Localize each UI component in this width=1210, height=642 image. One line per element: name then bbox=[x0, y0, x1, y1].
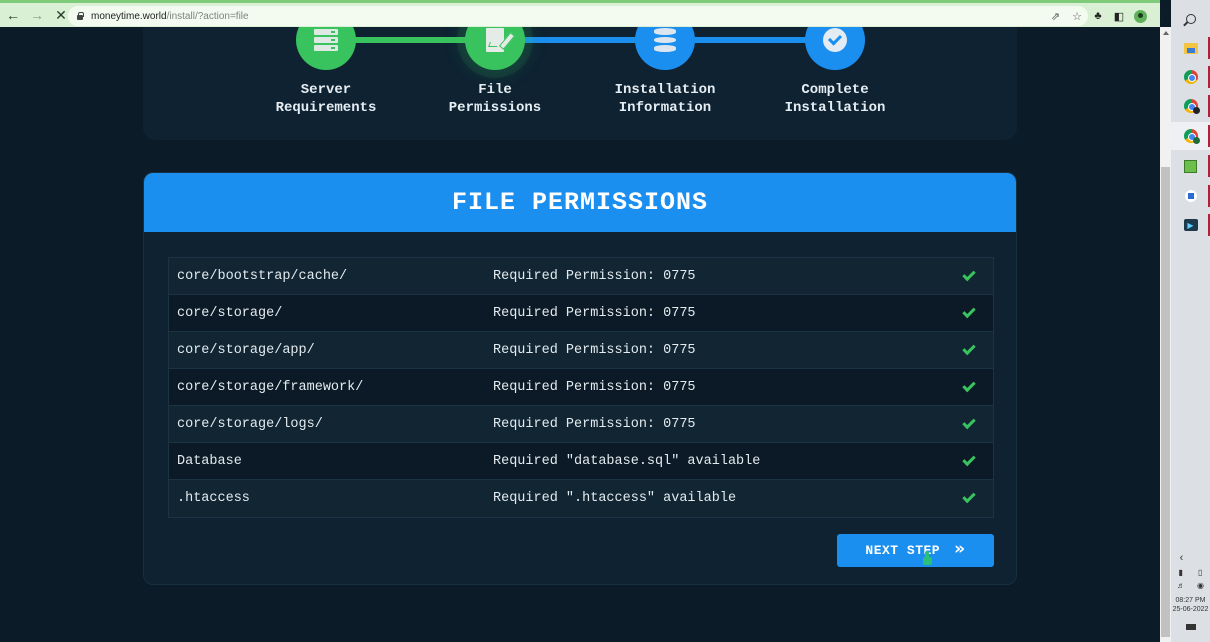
taskbar-spreadsheet[interactable] bbox=[1171, 152, 1210, 180]
address-bar[interactable]: moneytime.world/install/?action=file ⇗ ☆ bbox=[68, 6, 1088, 26]
kebab-menu-icon[interactable]: ⋮ bbox=[1156, 10, 1168, 23]
star-icon[interactable]: ☆ bbox=[1072, 10, 1082, 23]
system-tray: ‹ ▮ ▯ ♬ ◉ 08:27 PM 25-06-2022 bbox=[1171, 552, 1210, 630]
step-label-line2: Information bbox=[618, 100, 712, 116]
hand-cursor-icon bbox=[922, 551, 932, 565]
row-path: core/storage/ bbox=[177, 305, 283, 321]
url-host: moneytime.world bbox=[91, 10, 167, 22]
row-requirement: Required Permission: 0775 bbox=[493, 379, 696, 395]
step-label-line2: Installation bbox=[784, 100, 886, 116]
arrow-left-icon: ← bbox=[6, 7, 20, 23]
taskbar-document-app[interactable] bbox=[1171, 182, 1210, 210]
share-icon[interactable]: ⇗ bbox=[1051, 10, 1060, 23]
row-path: Database bbox=[177, 453, 242, 469]
monitor-icon: ▶ bbox=[1183, 219, 1198, 231]
puzzle-icon[interactable]: ♣ bbox=[1092, 10, 1104, 22]
row-path: core/bootstrap/cache/ bbox=[177, 268, 348, 284]
taskbar-chrome-2[interactable] bbox=[1171, 92, 1210, 120]
row-requirement: Required Permission: 0775 bbox=[493, 342, 696, 358]
scrollbar-thumb[interactable] bbox=[1161, 167, 1170, 637]
taskbar-chrome-3[interactable] bbox=[1171, 122, 1210, 150]
volume-icon[interactable]: ♬ bbox=[1177, 581, 1185, 590]
check-icon bbox=[962, 452, 976, 466]
battery-icon[interactable]: ▯ bbox=[1198, 568, 1202, 577]
check-icon bbox=[962, 304, 976, 318]
search-icon bbox=[1185, 14, 1196, 24]
check-icon bbox=[962, 341, 976, 355]
back-button[interactable]: ← bbox=[2, 4, 24, 26]
check-icon bbox=[962, 415, 976, 429]
document-icon bbox=[1184, 190, 1197, 202]
check-circle-icon bbox=[823, 28, 847, 52]
permissions-table: core/bootstrap/cache/ Required Permissio… bbox=[168, 257, 994, 518]
installer-page: Server Requirements File Permissions Ins… bbox=[0, 27, 1160, 642]
check-icon bbox=[962, 267, 976, 281]
card-header: FILE PERMISSIONS bbox=[144, 173, 1016, 232]
row-requirement: Required ".htaccess" available bbox=[493, 491, 737, 506]
lock-icon bbox=[76, 12, 84, 20]
taskbar: ▶ ‹ ▮ ▯ ♬ ◉ 08:27 PM 25-06-2022 bbox=[1171, 0, 1210, 642]
row-path: .htaccess bbox=[177, 491, 250, 506]
taskbar-chrome-1[interactable] bbox=[1171, 63, 1210, 91]
arrow-right-icon: → bbox=[30, 7, 44, 23]
table-row: core/storage/framework/ Required Permiss… bbox=[169, 369, 993, 406]
close-icon: ✕ bbox=[55, 6, 67, 23]
database-icon bbox=[654, 28, 676, 53]
row-requirement: Required Permission: 0775 bbox=[493, 305, 696, 321]
next-step-button[interactable]: NEXT STEP » bbox=[837, 534, 994, 567]
card-title: FILE PERMISSIONS bbox=[451, 188, 709, 217]
file-edit-icon bbox=[486, 28, 504, 52]
double-chevron-right-icon: » bbox=[954, 539, 966, 559]
sidepanel-icon[interactable]: ◧ bbox=[1113, 10, 1125, 23]
step-complete-installation: Complete Installation bbox=[755, 27, 915, 117]
step-file-permissions: File Permissions bbox=[415, 27, 575, 117]
table-row: Database Required "database.sql" availab… bbox=[169, 443, 993, 480]
step-server-requirements: Server Requirements bbox=[246, 27, 406, 117]
page-scrollbar[interactable] bbox=[1160, 27, 1171, 642]
clock[interactable]: 08:27 PM 25-06-2022 bbox=[1171, 596, 1210, 614]
camera-icon[interactable]: ◉ bbox=[1197, 581, 1204, 590]
browser-toolbar: ← → ✕ moneytime.world/install/?action=fi… bbox=[0, 0, 1168, 27]
step-installation-information: Installation Information bbox=[585, 27, 745, 117]
check-icon bbox=[962, 489, 976, 504]
notification-icon[interactable] bbox=[1185, 624, 1196, 630]
row-requirement: Required Permission: 0775 bbox=[493, 416, 696, 432]
step-label-line1: Installation bbox=[614, 82, 716, 98]
step-label-line2: Requirements bbox=[275, 100, 377, 116]
table-row: .htaccess Required ".htaccess" available bbox=[169, 480, 993, 517]
clock-date: 25-06-2022 bbox=[1172, 606, 1209, 613]
row-path: core/storage/framework/ bbox=[177, 379, 364, 395]
microphone-icon[interactable]: ▮ bbox=[1179, 568, 1183, 577]
taskbar-search[interactable] bbox=[1171, 5, 1210, 33]
row-path: core/storage/logs/ bbox=[177, 416, 323, 432]
step-label-line2: Permissions bbox=[448, 100, 542, 116]
stepper-card: Server Requirements File Permissions Ins… bbox=[143, 27, 1017, 140]
taskbar-file-explorer[interactable] bbox=[1171, 34, 1210, 62]
table-row: core/storage/ Required Permission: 0775 bbox=[169, 295, 993, 332]
forward-button[interactable]: → bbox=[26, 4, 48, 26]
row-path: core/storage/app/ bbox=[177, 342, 315, 358]
table-row: core/storage/app/ Required Permission: 0… bbox=[169, 332, 993, 369]
row-requirement: Required "database.sql" available bbox=[493, 453, 761, 469]
table-row: core/bootstrap/cache/ Required Permissio… bbox=[169, 258, 993, 295]
url-path: /install/?action=file bbox=[166, 10, 249, 22]
spreadsheet-icon bbox=[1184, 159, 1197, 173]
avatar-icon[interactable] bbox=[1134, 9, 1147, 23]
check-icon bbox=[962, 378, 976, 392]
step-label-line1: Complete bbox=[801, 82, 869, 98]
scroll-up-icon[interactable] bbox=[1163, 31, 1169, 35]
taskbar-remote-desktop[interactable]: ▶ bbox=[1171, 211, 1210, 239]
clock-time: 08:27 PM bbox=[1175, 597, 1206, 604]
chrome-icon bbox=[1183, 70, 1198, 84]
row-requirement: Required Permission: 0775 bbox=[493, 268, 696, 284]
server-icon bbox=[314, 29, 338, 51]
chevron-left-icon[interactable]: ‹ bbox=[1153, 552, 1210, 564]
step-label-line1: File bbox=[478, 82, 512, 98]
file-permissions-card: FILE PERMISSIONS core/bootstrap/cache/ R… bbox=[143, 172, 1017, 585]
folder-icon bbox=[1183, 42, 1198, 54]
table-row: core/storage/logs/ Required Permission: … bbox=[169, 406, 993, 443]
step-label-line1: Server bbox=[300, 82, 352, 98]
